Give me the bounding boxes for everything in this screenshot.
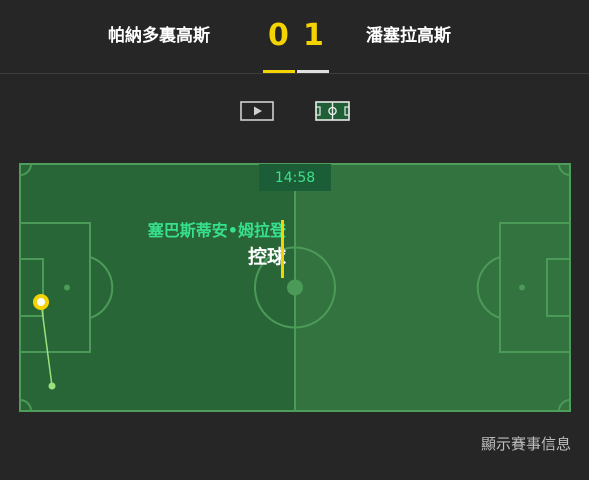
header-divider <box>0 73 589 74</box>
away-team-name: 潘塞拉高斯 <box>366 26 451 46</box>
right-penalty-spot <box>519 284 525 291</box>
match-pitch: 14:58 塞巴斯蒂安•姆拉登 控球 <box>19 163 571 412</box>
event-label: 塞巴斯蒂安•姆拉登 控球 <box>148 220 286 272</box>
away-score: 1 <box>303 18 324 53</box>
left-penalty-spot <box>64 284 70 291</box>
pitch-lines <box>19 163 571 412</box>
possession-overlay <box>19 163 295 412</box>
event-bar <box>281 220 284 278</box>
home-team-name: 帕納多裏高斯 <box>108 26 210 46</box>
center-spot <box>287 279 303 296</box>
video-view-button[interactable] <box>240 100 275 122</box>
match-clock: 14:58 <box>259 164 331 191</box>
ball-marker-center <box>37 298 45 306</box>
event-action: 控球 <box>247 246 286 268</box>
play-video-icon <box>240 101 274 121</box>
pitch-view-button[interactable] <box>315 100 351 122</box>
ball-trail-start <box>48 382 56 390</box>
pitch-view-icon <box>315 101 350 121</box>
event-player: 塞巴斯蒂安•姆拉登 <box>147 221 286 240</box>
show-match-info-link[interactable]: 顯示賽事信息 <box>481 434 571 454</box>
home-score: 0 <box>268 18 289 53</box>
scoreboard: 帕納多裏高斯 0 1 潘塞拉高斯 <box>0 0 589 74</box>
